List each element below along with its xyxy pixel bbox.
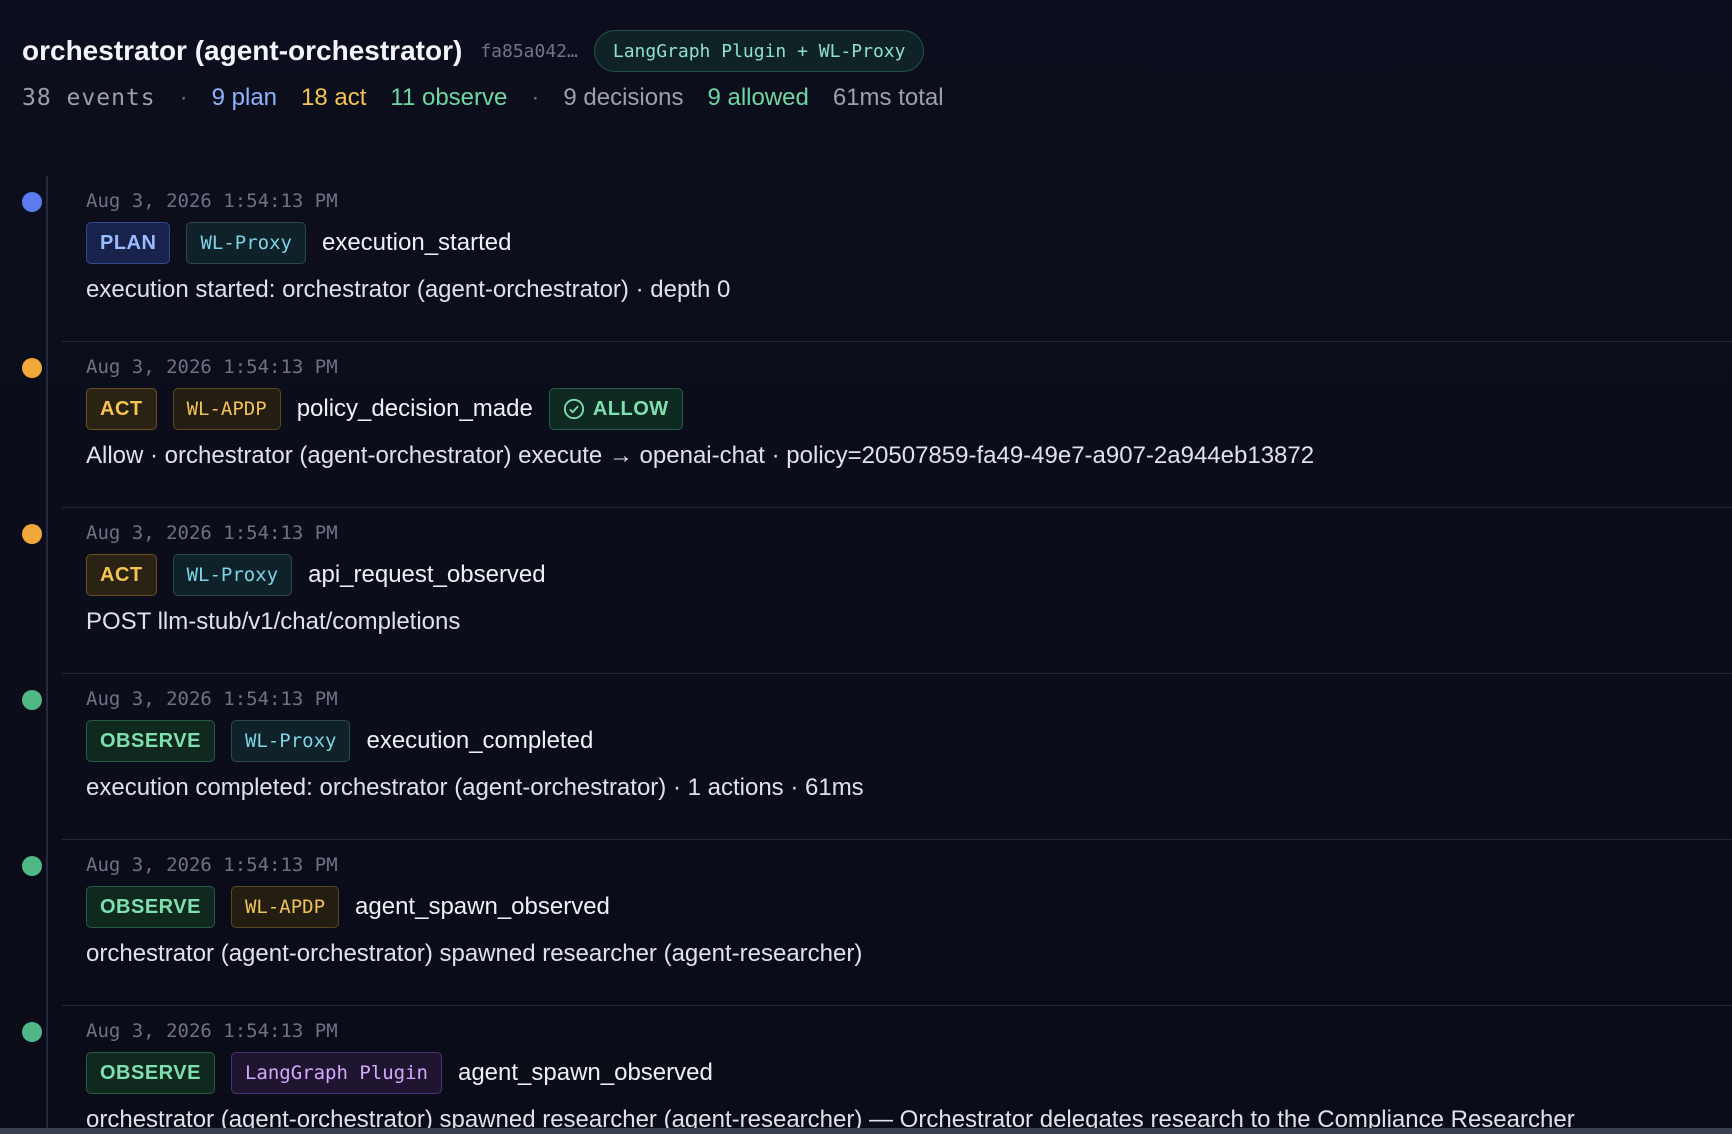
phase-dot: [22, 690, 42, 710]
event-badges: OBSERVE WL-Proxy execution_completed: [86, 720, 1692, 762]
audit-timeline-page: orchestrator (agent-orchestrator) fa85a0…: [0, 0, 1732, 1134]
timeline-event[interactable]: Aug 3, 2026 1:54:13 PM ACT WL-Proxy api_…: [0, 508, 1732, 674]
event-body: Aug 3, 2026 1:54:13 PM OBSERVE WL-APDP a…: [86, 852, 1692, 972]
source-badge: LangGraph Plugin: [230, 1052, 442, 1094]
horizontal-scrollbar[interactable]: [0, 1128, 1732, 1134]
stat-total: 61ms total: [832, 84, 944, 111]
event-type: agent_spawn_observed: [355, 893, 610, 920]
stat-separator: ·: [179, 84, 188, 111]
phase-dot: [22, 856, 42, 876]
page-title: orchestrator (agent-orchestrator): [22, 35, 463, 66]
event-body: Aug 3, 2026 1:54:13 PM OBSERVE LangGraph…: [86, 1018, 1692, 1134]
stats-summary: 38 events · 9 plan 18 act 11 observe · 9…: [22, 78, 1710, 118]
verdict-label: ALLOW: [592, 397, 669, 420]
stat-separator: ·: [531, 84, 540, 111]
execution-hash[interactable]: fa85a042…: [480, 41, 578, 62]
event-badges: ACT WL-APDP policy_decision_made ALLOW: [86, 388, 1692, 430]
source-badge: WL-Proxy: [186, 222, 306, 264]
trace-header: orchestrator (agent-orchestrator) fa85a0…: [22, 30, 1710, 118]
title-row: orchestrator (agent-orchestrator) fa85a0…: [22, 30, 1710, 72]
event-type: api_request_observed: [308, 561, 546, 588]
phase-dot: [22, 1022, 42, 1042]
event-badges: PLAN WL-Proxy execution_started: [86, 222, 1692, 264]
source-badge: WL-APDP: [230, 886, 340, 928]
phase-badge: ACT: [86, 388, 157, 430]
event-timestamp: Aug 3, 2026 1:54:13 PM: [86, 522, 338, 544]
event-type: execution_completed: [366, 727, 594, 754]
timeline-event[interactable]: Aug 3, 2026 1:54:13 PM OBSERVE LangGraph…: [0, 1006, 1732, 1134]
event-type: execution_started: [321, 229, 512, 256]
event-badges: OBSERVE LangGraph Plugin agent_spawn_obs…: [86, 1052, 1692, 1094]
event-description: orchestrator (agent-orchestrator) spawne…: [86, 940, 863, 967]
event-badges: ACT WL-Proxy api_request_observed: [86, 554, 1692, 596]
timeline-event[interactable]: Aug 3, 2026 1:54:13 PM PLAN WL-Proxy exe…: [0, 176, 1732, 342]
event-timestamp: Aug 3, 2026 1:54:13 PM: [86, 190, 338, 212]
stat-act: 18 act: [301, 84, 367, 111]
event-body: Aug 3, 2026 1:54:13 PM OBSERVE WL-Proxy …: [86, 686, 1692, 806]
event-timestamp: Aug 3, 2026 1:54:13 PM: [86, 356, 338, 378]
stat-allowed: 9 allowed: [707, 84, 809, 111]
timeline-event[interactable]: Aug 3, 2026 1:54:13 PM OBSERVE WL-Proxy …: [0, 674, 1732, 840]
stat-events: 38 events: [22, 85, 156, 111]
event-description: execution completed: orchestrator (agent…: [86, 774, 864, 801]
event-description: POST llm-stub/v1/chat/completions: [86, 608, 461, 635]
event-timeline: Aug 3, 2026 1:54:13 PM PLAN WL-Proxy exe…: [0, 176, 1732, 1134]
event-body: Aug 3, 2026 1:54:13 PM ACT WL-Proxy api_…: [86, 520, 1692, 640]
phase-dot: [22, 192, 42, 212]
event-timestamp: Aug 3, 2026 1:54:13 PM: [86, 854, 338, 876]
event-timestamp: Aug 3, 2026 1:54:13 PM: [86, 1020, 338, 1042]
phase-badge: ACT: [86, 554, 157, 596]
event-description: Allow · orchestrator (agent-orchestrator…: [86, 442, 1315, 469]
event-type: policy_decision_made: [296, 395, 533, 422]
timeline-event[interactable]: Aug 3, 2026 1:54:13 PM ACT WL-APDP polic…: [0, 342, 1732, 508]
phase-dot: [22, 358, 42, 378]
phase-badge: PLAN: [86, 222, 171, 264]
event-body: Aug 3, 2026 1:54:13 PM ACT WL-APDP polic…: [86, 354, 1692, 474]
stat-decisions: 9 decisions: [563, 84, 684, 111]
phase-dot: [22, 524, 42, 544]
event-description: execution started: orchestrator (agent-o…: [86, 276, 731, 303]
check-circle-icon: [563, 398, 584, 420]
phase-badge: OBSERVE: [86, 1052, 215, 1094]
event-badges: OBSERVE WL-APDP agent_spawn_observed: [86, 886, 1692, 928]
phase-badge: OBSERVE: [86, 886, 215, 928]
source-badge: WL-APDP: [172, 388, 281, 430]
stat-plan: 9 plan: [211, 84, 278, 111]
phase-badge: OBSERVE: [86, 720, 215, 762]
verdict-badge: ALLOW: [548, 388, 683, 430]
event-body: Aug 3, 2026 1:54:13 PM PLAN WL-Proxy exe…: [86, 188, 1692, 308]
stat-observe: 11 observe: [390, 84, 508, 111]
event-timestamp: Aug 3, 2026 1:54:13 PM: [86, 688, 338, 710]
source-badge: WL-Proxy: [172, 554, 293, 596]
source-pill: LangGraph Plugin + WL-Proxy: [593, 30, 925, 72]
timeline-event[interactable]: Aug 3, 2026 1:54:13 PM OBSERVE WL-APDP a…: [0, 840, 1732, 1006]
event-type: agent_spawn_observed: [457, 1059, 713, 1086]
source-badge: WL-Proxy: [230, 720, 351, 762]
